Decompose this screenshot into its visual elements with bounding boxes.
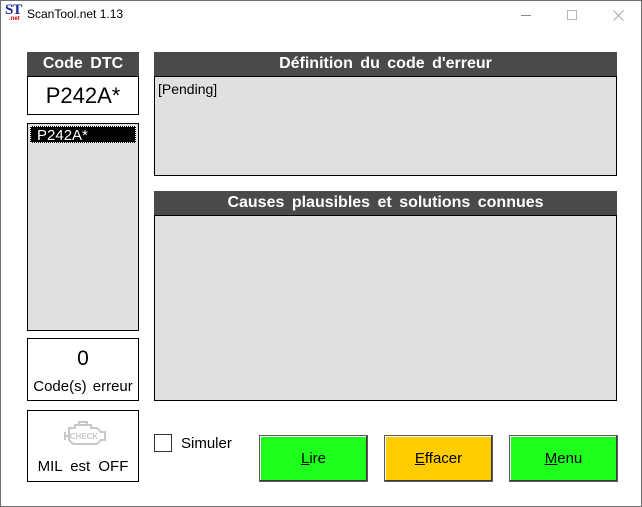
definition-text: [Pending] (158, 81, 218, 97)
app-window: ST .net ScanTool.net 1.13 Code DTC P242A… (0, 0, 642, 507)
mil-status-box: CHECK MIL est OFF (27, 410, 139, 482)
title-bar[interactable]: ST .net ScanTool.net 1.13 (1, 1, 641, 29)
read-button[interactable]: Lire (259, 435, 368, 482)
simulate-checkbox[interactable] (154, 434, 172, 452)
clear-button-label: ffacer (424, 450, 463, 467)
maximize-button[interactable] (549, 1, 595, 29)
code-list[interactable]: P242A* (27, 123, 139, 331)
simulate-option[interactable]: Simuler (154, 434, 232, 452)
mil-status-label: MIL est OFF (37, 458, 129, 475)
causes-header: Causes plausibles et solutions connues (154, 191, 617, 215)
read-button-label: ire (309, 450, 326, 467)
menu-button[interactable]: Menu (509, 435, 618, 482)
current-code-value: P242A* (45, 82, 121, 108)
code-list-item[interactable]: P242A* (30, 126, 136, 144)
menu-button-label: enu (557, 450, 583, 467)
causes-text-box[interactable] (154, 215, 617, 401)
error-count-label: Code(s) erreur (33, 378, 133, 395)
code-dtc-header: Code DTC (27, 52, 139, 76)
check-engine-text: CHECK (70, 432, 99, 441)
window-title: ScanTool.net 1.13 (27, 7, 124, 21)
close-button[interactable] (595, 1, 641, 29)
minimize-icon (521, 14, 531, 16)
definition-header: Définition du code d'erreur (154, 52, 617, 76)
menu-button-accel: M (544, 450, 558, 467)
simulate-label[interactable]: Simuler (181, 435, 232, 452)
definition-text-box[interactable]: [Pending] (154, 76, 617, 176)
error-count-box: 0 Code(s) erreur (27, 338, 139, 401)
check-engine-icon: CHECK (64, 421, 106, 445)
clear-button-accel: E (414, 450, 425, 467)
error-count-value: 0 (77, 347, 89, 370)
close-icon (612, 9, 624, 21)
minimize-button[interactable] (503, 1, 549, 29)
app-icon-net: .net (9, 16, 20, 22)
clear-button[interactable]: Effacer (384, 435, 493, 482)
current-code-display: P242A* (27, 76, 139, 115)
app-icon: ST .net (5, 2, 23, 24)
maximize-icon (567, 10, 577, 20)
read-button-accel: L (300, 450, 310, 467)
